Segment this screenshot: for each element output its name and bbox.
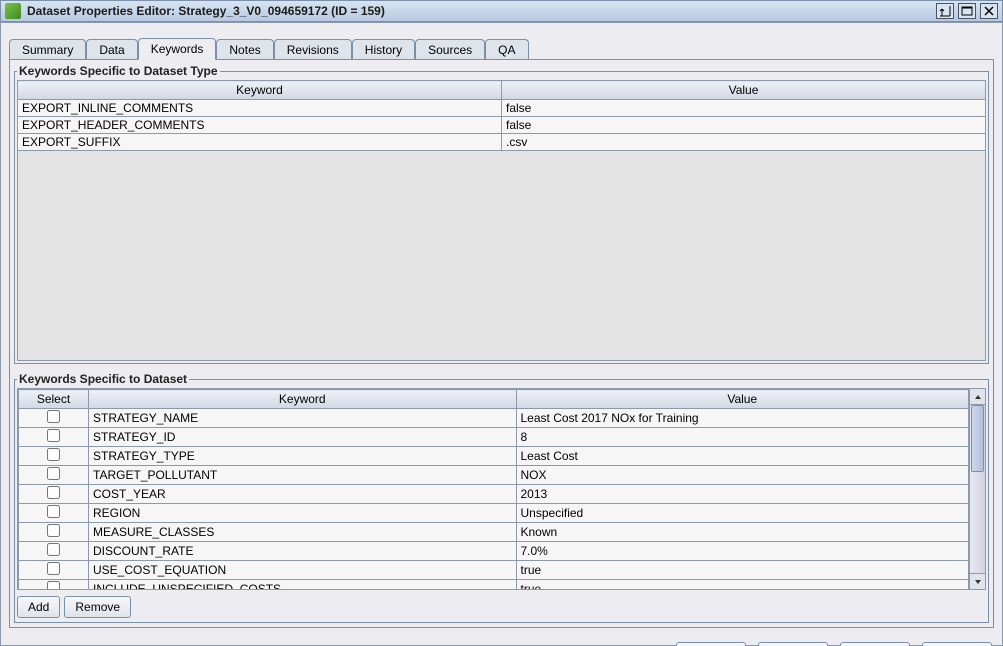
select-cell[interactable] <box>19 542 89 561</box>
col-keyword[interactable]: Keyword <box>18 81 502 100</box>
select-checkbox[interactable] <box>47 410 60 423</box>
select-cell[interactable] <box>19 504 89 523</box>
refresh-button[interactable]: Refresh <box>676 642 746 646</box>
tab-history[interactable]: History <box>352 39 415 60</box>
select-checkbox[interactable] <box>47 505 60 518</box>
table-row[interactable]: STRATEGY_NAMELeast Cost 2017 NOx for Tra… <box>19 409 969 428</box>
value-cell[interactable]: 8 <box>516 428 969 447</box>
type-keywords-empty-area <box>17 151 986 361</box>
table-row[interactable]: INCLUDE_UNSPECIFIED_COSTStrue <box>19 580 969 590</box>
select-checkbox[interactable] <box>47 543 60 556</box>
table-row[interactable]: EXPORT_INLINE_COMMENTS false <box>18 100 986 117</box>
dataset-keywords-group: Keywords Specific to Dataset Select Keyw… <box>14 372 989 623</box>
table-row[interactable]: MEASURE_CLASSESKnown <box>19 523 969 542</box>
select-checkbox[interactable] <box>47 448 60 461</box>
select-checkbox[interactable] <box>47 581 60 589</box>
select-cell[interactable] <box>19 409 89 428</box>
scroll-thumb[interactable] <box>971 405 984 472</box>
table-row[interactable]: EXPORT_HEADER_COMMENTS false <box>18 117 986 134</box>
select-checkbox[interactable] <box>47 524 60 537</box>
table-header-row: Select Keyword Value <box>19 390 969 409</box>
select-cell[interactable] <box>19 447 89 466</box>
keyword-cell[interactable]: STRATEGY_ID <box>89 428 517 447</box>
table-row[interactable]: COST_YEAR2013 <box>19 485 969 504</box>
select-cell[interactable] <box>19 466 89 485</box>
select-checkbox[interactable] <box>47 486 60 499</box>
col-select[interactable]: Select <box>19 390 89 409</box>
tab-keywords[interactable]: Keywords <box>138 38 217 60</box>
table-row[interactable]: USE_COST_EQUATIONtrue <box>19 561 969 580</box>
select-cell[interactable] <box>19 428 89 447</box>
window-title: Dataset Properties Editor: Strategy_3_V0… <box>27 4 936 18</box>
table-row[interactable]: STRATEGY_TYPELeast Cost <box>19 447 969 466</box>
keyword-cell[interactable]: MEASURE_CLASSES <box>89 523 517 542</box>
value-cell[interactable]: true <box>516 580 969 590</box>
keyword-cell[interactable]: DISCOUNT_RATE <box>89 542 517 561</box>
table-row[interactable]: STRATEGY_ID8 <box>19 428 969 447</box>
select-checkbox[interactable] <box>47 429 60 442</box>
footer-buttons: Refresh Save Export Close <box>1 636 1002 646</box>
type-keywords-table[interactable]: Keyword Value EXPORT_INLINE_COMMENTS fal… <box>17 80 986 151</box>
close-button-footer[interactable]: Close <box>922 642 992 646</box>
keyword-cell[interactable]: STRATEGY_TYPE <box>89 447 517 466</box>
dataset-keywords-buttons: Add Remove <box>17 590 986 620</box>
col-value[interactable]: Value <box>516 390 969 409</box>
scroll-track[interactable] <box>970 405 985 573</box>
select-cell[interactable] <box>19 523 89 542</box>
tab-notes[interactable]: Notes <box>216 39 273 60</box>
value-cell[interactable]: true <box>516 561 969 580</box>
keyword-cell[interactable]: REGION <box>89 504 517 523</box>
select-cell[interactable] <box>19 580 89 590</box>
tab-revisions[interactable]: Revisions <box>274 39 352 60</box>
table-row[interactable]: EXPORT_SUFFIX .csv <box>18 134 986 151</box>
select-checkbox[interactable] <box>47 562 60 575</box>
save-button[interactable]: Save <box>758 642 828 646</box>
remove-button[interactable]: Remove <box>64 596 131 618</box>
dataset-keywords-table[interactable]: Select Keyword Value STRATEGY_NAMELeast … <box>18 389 969 589</box>
maximize-button[interactable] <box>958 3 976 19</box>
value-cell[interactable]: NOX <box>516 466 969 485</box>
tab-data[interactable]: Data <box>86 39 137 60</box>
select-cell[interactable] <box>19 485 89 504</box>
col-value[interactable]: Value <box>502 81 986 100</box>
scroll-down-icon[interactable] <box>970 573 985 589</box>
keyword-cell[interactable]: INCLUDE_UNSPECIFIED_COSTS <box>89 580 517 590</box>
dataset-keywords-legend: Keywords Specific to Dataset <box>17 372 189 386</box>
keyword-cell[interactable]: STRATEGY_NAME <box>89 409 517 428</box>
value-cell[interactable]: Least Cost <box>516 447 969 466</box>
value-cell[interactable]: Unspecified <box>516 504 969 523</box>
tab-qa[interactable]: QA <box>485 39 528 60</box>
table-header-row: Keyword Value <box>18 81 986 100</box>
keyword-cell[interactable]: COST_YEAR <box>89 485 517 504</box>
table-row[interactable]: DISCOUNT_RATE7.0% <box>19 542 969 561</box>
keyword-cell[interactable]: TARGET_POLLUTANT <box>89 466 517 485</box>
select-checkbox[interactable] <box>47 467 60 480</box>
close-button[interactable] <box>980 3 998 19</box>
minimize-internal-button[interactable] <box>936 3 954 19</box>
table-row[interactable]: TARGET_POLLUTANTNOX <box>19 466 969 485</box>
scroll-up-icon[interactable] <box>970 389 985 405</box>
tab-summary[interactable]: Summary <box>9 39 86 60</box>
tab-strip: Summary Data Keywords Notes Revisions Hi… <box>1 23 1002 59</box>
table-row[interactable]: REGIONUnspecified <box>19 504 969 523</box>
add-button[interactable]: Add <box>17 596 60 618</box>
app-icon <box>5 3 21 19</box>
type-keywords-group: Keywords Specific to Dataset Type Keywor… <box>14 64 989 364</box>
vertical-scrollbar[interactable] <box>969 389 985 589</box>
keyword-cell[interactable]: USE_COST_EQUATION <box>89 561 517 580</box>
value-cell[interactable]: Least Cost 2017 NOx for Training <box>516 409 969 428</box>
value-cell[interactable]: 7.0% <box>516 542 969 561</box>
select-cell[interactable] <box>19 561 89 580</box>
tab-content: Keywords Specific to Dataset Type Keywor… <box>9 59 994 628</box>
export-button[interactable]: Export <box>840 642 910 646</box>
col-keyword[interactable]: Keyword <box>89 390 517 409</box>
value-cell[interactable]: 2013 <box>516 485 969 504</box>
title-bar: Dataset Properties Editor: Strategy_3_V0… <box>0 0 1003 22</box>
type-keywords-legend: Keywords Specific to Dataset Type <box>17 64 220 78</box>
tab-sources[interactable]: Sources <box>415 39 485 60</box>
value-cell[interactable]: Known <box>516 523 969 542</box>
